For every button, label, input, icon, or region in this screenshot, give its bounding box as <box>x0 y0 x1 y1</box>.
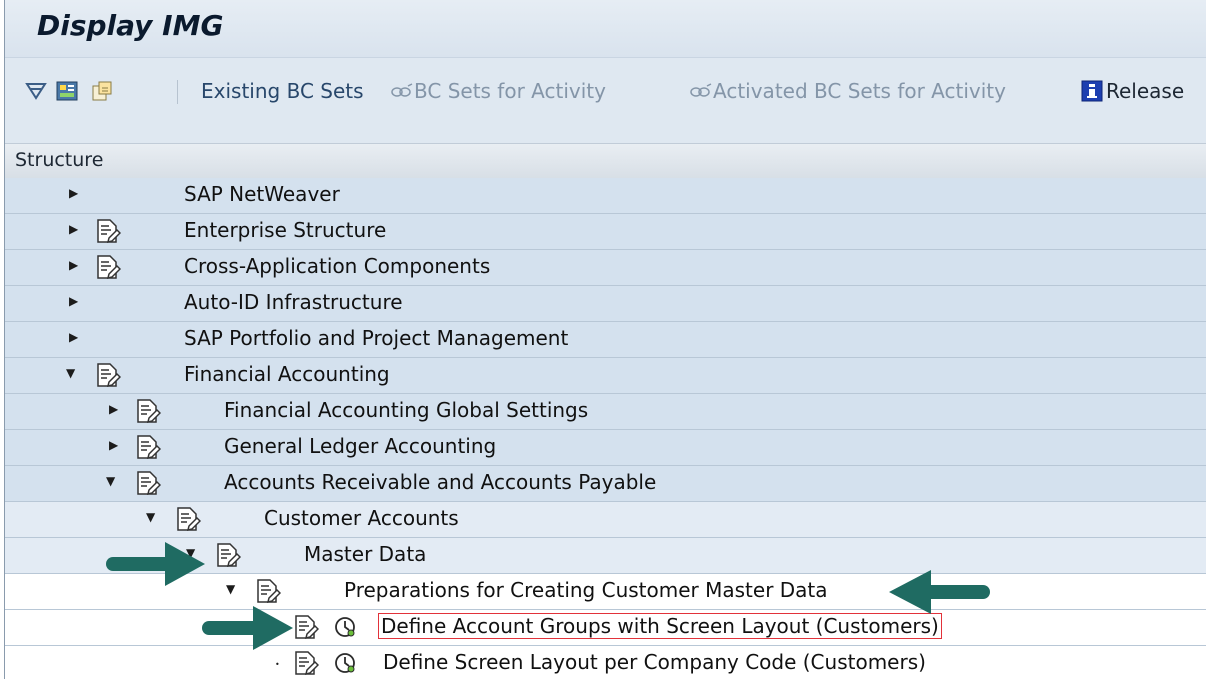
tree-node[interactable]: • Define Account Groups with Screen Layo… <box>5 610 1206 646</box>
expand-arrow-icon[interactable]: ▶ <box>69 258 83 272</box>
bc-set-icon <box>690 83 712 97</box>
expand-arrow-icon[interactable]: ▶ <box>69 330 83 344</box>
documentation-icon[interactable] <box>255 578 281 604</box>
existing-bc-sets-label: Existing BC Sets <box>201 79 364 103</box>
tree-node-label: SAP NetWeaver <box>184 182 340 206</box>
bc-sets-for-activity-button[interactable]: BC Sets for Activity <box>390 58 606 124</box>
annotation-arrow-icon <box>889 570 990 614</box>
tree-node-label: Auto-ID Infrastructure <box>184 290 403 314</box>
collapse-arrow-icon[interactable]: ▼ <box>226 582 240 596</box>
tree-node[interactable]: ▼ Financial Accounting <box>5 358 1206 394</box>
activated-bc-sets-label: Activated BC Sets for Activity <box>713 79 1006 103</box>
tree-node-label-highlighted: Define Account Groups with Screen Layout… <box>378 613 942 639</box>
tree-node[interactable]: • Define Screen Layout per Company Code … <box>5 646 1206 679</box>
documentation-icon[interactable] <box>135 470 161 496</box>
window-title: Display IMG <box>37 9 224 42</box>
release-label: Release <box>1106 79 1185 103</box>
img-window: Display IMG Existing BC Sets BC Sets for… <box>4 0 1206 679</box>
tree-node-label: Accounts Receivable and Accounts Payable <box>224 470 657 494</box>
tree-node-label: Enterprise Structure <box>184 218 387 242</box>
tree-node-label: Preparations for Creating Customer Maste… <box>344 578 828 602</box>
find-icon[interactable] <box>25 58 47 124</box>
documentation-icon[interactable] <box>95 254 121 280</box>
tree-node-label: Master Data <box>304 542 427 566</box>
collapse-arrow-icon[interactable]: ▼ <box>66 366 80 380</box>
documentation-icon[interactable] <box>95 362 121 388</box>
collapse-arrow-icon[interactable]: ▼ <box>146 510 160 524</box>
info-icon <box>1081 80 1103 102</box>
title-bar: Display IMG <box>5 0 1206 58</box>
tree-node[interactable]: ▶ Enterprise Structure <box>5 214 1206 250</box>
tree-node[interactable]: ▶ SAP Portfolio and Project Management <box>5 322 1206 358</box>
documentation-icon[interactable] <box>175 506 201 532</box>
expand-arrow-icon[interactable]: ▶ <box>69 186 83 200</box>
application-toolbar: Existing BC Sets BC Sets for Activity Ac… <box>5 58 1206 124</box>
expand-arrow-icon[interactable]: ▶ <box>109 438 123 452</box>
tree-node-label: Customer Accounts <box>264 506 459 530</box>
tree-node[interactable]: ▶ Financial Accounting Global Settings <box>5 394 1206 430</box>
tree-node[interactable]: ▶ SAP NetWeaver <box>5 178 1206 214</box>
tree-node-label: Define Screen Layout per Company Code (C… <box>383 650 926 674</box>
tree-node-label: SAP Portfolio and Project Management <box>184 326 569 350</box>
activated-bc-sets-button[interactable]: Activated BC Sets for Activity <box>689 58 1006 124</box>
bc-set-icon <box>391 83 413 97</box>
existing-bc-sets-button[interactable]: Existing BC Sets <box>201 58 364 124</box>
structure-header-label: Structure <box>15 149 104 171</box>
annotation-arrow-icon <box>202 606 293 650</box>
bc-sets-for-activity-label: BC Sets for Activity <box>414 79 606 103</box>
expand-arrow-icon[interactable]: ▶ <box>69 294 83 308</box>
documentation-icon[interactable] <box>135 434 161 460</box>
release-button[interactable]: Release <box>1081 58 1184 124</box>
tree-node-label: Financial Accounting Global Settings <box>224 398 589 422</box>
structure-column-header: Structure <box>5 143 1206 179</box>
documentation-icon[interactable] <box>95 218 121 244</box>
tree-node[interactable]: ▶ General Ledger Accounting <box>5 430 1206 466</box>
tree-node-label: General Ledger Accounting <box>224 434 497 458</box>
tree-node[interactable]: ▶ Cross-Application Components <box>5 250 1206 286</box>
tree-node-label: Cross-Application Components <box>184 254 491 278</box>
annotation-arrow-icon <box>106 542 205 586</box>
additional-info-icon[interactable] <box>90 58 114 124</box>
where-used-icon[interactable] <box>55 58 79 124</box>
tree-node[interactable]: ▶ Auto-ID Infrastructure <box>5 286 1206 322</box>
execute-activity-icon[interactable] <box>334 616 356 638</box>
documentation-icon[interactable] <box>135 398 161 424</box>
expand-arrow-icon[interactable]: ▶ <box>109 402 123 416</box>
collapse-arrow-icon[interactable]: ▼ <box>106 474 120 488</box>
tree-node-label: Financial Accounting <box>184 362 390 386</box>
expand-arrow-icon[interactable]: ▶ <box>69 222 83 236</box>
execute-activity-icon[interactable] <box>334 652 356 674</box>
toolbar-separator <box>177 80 178 104</box>
tree-node[interactable]: ▼ Accounts Receivable and Accounts Payab… <box>5 466 1206 502</box>
